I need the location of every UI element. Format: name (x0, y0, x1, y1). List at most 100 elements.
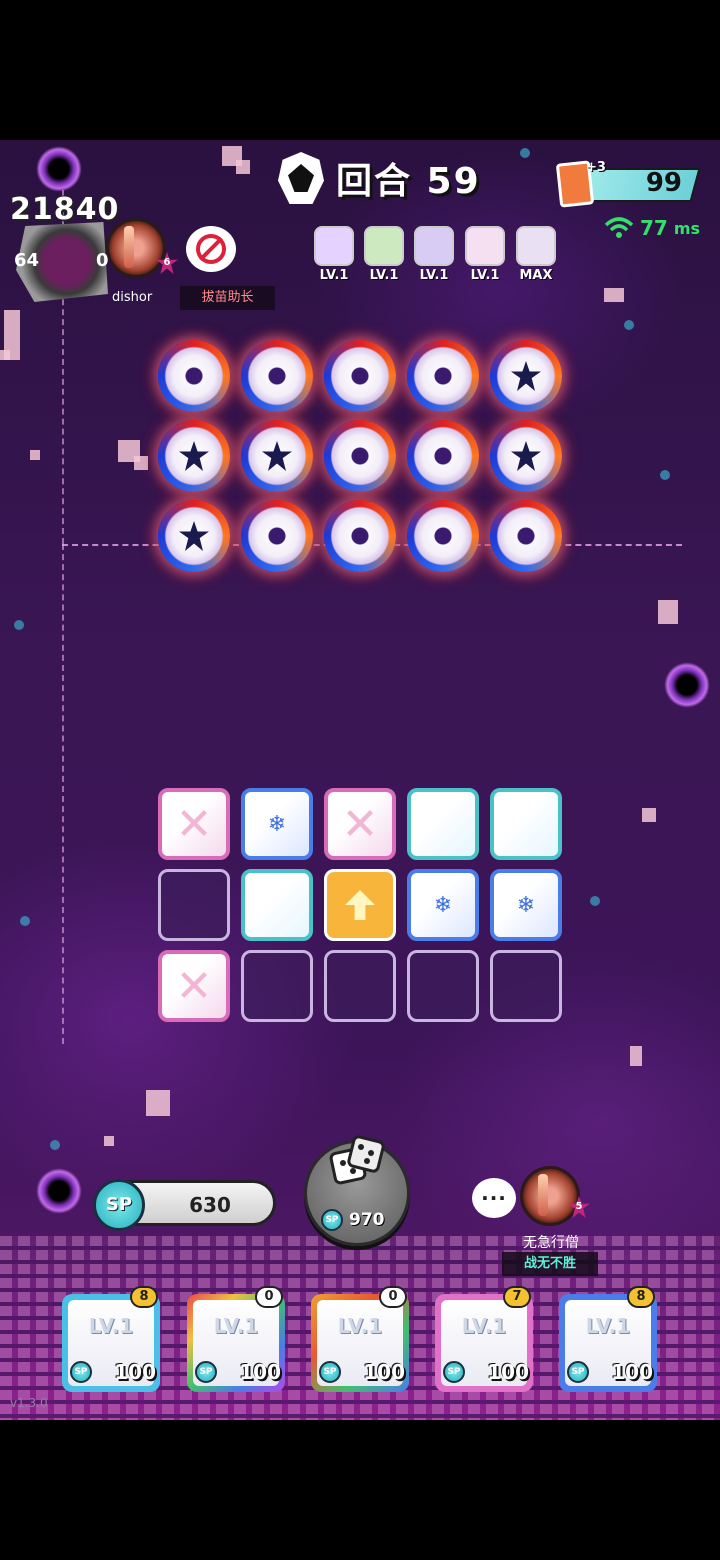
enemy-dice (407, 500, 479, 572)
deck-card-rainbow[interactable]: LV.1 0 SP 100 (187, 1286, 285, 1392)
deck-card-level: LV.1 (461, 1314, 507, 1338)
enemy-deck-level: LV.1 (470, 268, 500, 283)
version-label: v1.3.0 (10, 1396, 48, 1410)
board-dice-wind[interactable] (407, 788, 479, 860)
deck-card-level: LV.1 (337, 1314, 383, 1338)
deck-card-cost: 100 (114, 1360, 156, 1384)
round-text: 回合 59 (336, 161, 481, 202)
board-dice-pink[interactable]: ✕ (324, 788, 396, 860)
card-count: 99 (645, 168, 682, 198)
enemy-dice (490, 500, 562, 572)
deck-card-wind[interactable]: LV.1 8 SP 100 (62, 1286, 160, 1392)
sword-icon (124, 226, 134, 268)
enemy-deck-dice[interactable] (364, 226, 404, 266)
opponent-avatar[interactable] (520, 1166, 580, 1226)
enemy-dice (158, 420, 230, 492)
board-dice-ice[interactable]: ❄ (407, 869, 479, 941)
enemy-dice (490, 340, 562, 412)
enemy-deck-dice[interactable] (465, 226, 505, 266)
deck-card-pink[interactable]: LV.1 7 SP 100 (435, 1286, 533, 1392)
sp-coin-icon: SP (443, 1361, 465, 1383)
deck-card-cost: 100 (363, 1360, 405, 1384)
portal-icon (664, 662, 710, 708)
ban-icon (196, 234, 226, 264)
lion-icon (278, 152, 324, 204)
deck-card-level: LV.1 (213, 1314, 259, 1338)
board-dice-upgrade[interactable] (324, 869, 396, 941)
deck-card-count: 0 (379, 1286, 407, 1308)
sp-coin-icon: SP (319, 1361, 341, 1383)
enemy-deck-dice[interactable] (414, 226, 454, 266)
ping-value: 77 (640, 216, 668, 240)
enemy-dice (241, 500, 313, 572)
enemy-dice (407, 340, 479, 412)
deck-card-level: LV.1 (585, 1314, 631, 1338)
enemy-dice (490, 420, 562, 492)
banned-skill-label: 拔苗助长 (180, 286, 275, 310)
sp-coin-icon: SP (195, 1361, 217, 1383)
sp-coin-icon: SP (321, 1209, 343, 1231)
ping-unit: ms (673, 218, 701, 238)
deck-card-level: LV.1 (88, 1314, 134, 1338)
dice-icon (329, 1135, 385, 1185)
deck-card-count: 0 (255, 1286, 283, 1308)
deck-card-count: 7 (503, 1286, 531, 1308)
portal-icon (36, 1168, 82, 1214)
empty-slot[interactable] (324, 950, 396, 1022)
empty-slot[interactable] (490, 950, 562, 1022)
enemy-deck-level: LV.1 (319, 268, 349, 283)
board-divider (62, 544, 64, 1044)
enemy-deck-level: MAX (519, 268, 553, 283)
opponent-name: 无急行僧 (523, 1235, 579, 1251)
sword-icon (538, 1174, 548, 1216)
board-dice-ice[interactable]: ❄ (490, 869, 562, 941)
sp-coin-icon: SP (567, 1361, 589, 1383)
enemy-dice (324, 340, 396, 412)
board-dice-wind[interactable] (241, 869, 313, 941)
score: 21840 (10, 192, 120, 227)
sp-coin-icon: SP (93, 1179, 145, 1231)
sp-coin-icon: SP (70, 1361, 92, 1383)
deck-card-cost: 100 (239, 1360, 281, 1384)
deck-card-infinity[interactable]: LV.1 0 SP 100 (311, 1286, 409, 1392)
player-avatar[interactable] (106, 218, 166, 278)
enemy-stat-left: 64 (14, 250, 40, 271)
board-dice-wind[interactable] (490, 788, 562, 860)
empty-slot[interactable] (407, 950, 479, 1022)
empty-slot[interactable] (241, 950, 313, 1022)
ban-bubble (186, 226, 236, 272)
deck-card-count: 8 (627, 1286, 655, 1308)
deck-card-cost: 100 (611, 1360, 653, 1384)
sp-balance: SP 630 (93, 1179, 276, 1231)
chat-button[interactable]: ··· (472, 1178, 516, 1218)
deck-card-ice[interactable]: LV.1 8 SP 100 (559, 1286, 657, 1392)
ellipsis-icon: ··· (481, 1186, 507, 1210)
network-ping: 77 ms (604, 216, 700, 240)
arrow-up-icon (345, 890, 375, 920)
enemy-dice (241, 420, 313, 492)
deck-card-count: 8 (130, 1286, 158, 1308)
empty-slot[interactable] (158, 869, 230, 941)
enemy-dice (324, 500, 396, 572)
summon-dice-button[interactable]: SP 970 (304, 1135, 410, 1246)
card-bonus: +3 (586, 160, 606, 175)
card-counter: +3 99 (555, 160, 701, 208)
opponent-title: 战无不胜 (502, 1252, 598, 1276)
player-name: dishor (112, 290, 153, 305)
portal-icon (36, 146, 82, 192)
sp-value: 630 (189, 1193, 231, 1217)
enemy-dice (158, 500, 230, 572)
enemy-dice (158, 340, 230, 412)
enemy-deck-dice[interactable] (516, 226, 556, 266)
board-dice-pink[interactable]: ✕ (158, 950, 230, 1022)
board-dice-ice[interactable]: ❄ (241, 788, 313, 860)
board-dice-pink[interactable]: ✕ (158, 788, 230, 860)
enemy-dice (241, 340, 313, 412)
wifi-icon (604, 217, 634, 238)
enemy-deck-dice[interactable] (314, 226, 354, 266)
deck-card-cost: 100 (487, 1360, 529, 1384)
summon-cost: 970 (349, 1210, 385, 1230)
enemy-deck-level: LV.1 (369, 268, 399, 283)
enemy-dice (407, 420, 479, 492)
enemy-deck-level: LV.1 (419, 268, 449, 283)
